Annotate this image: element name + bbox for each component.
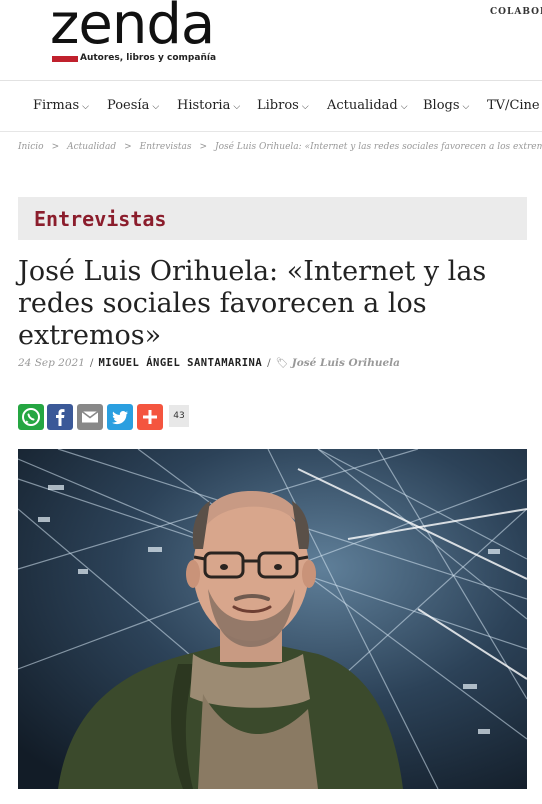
nav-item-historia[interactable]: Historia ⌵ xyxy=(177,98,240,113)
nav-item-actualidad[interactable]: Actualidad ⌵ xyxy=(327,98,408,113)
meta-separator: / xyxy=(267,357,271,369)
email-icon xyxy=(81,410,99,423)
breadcrumb-separator: > xyxy=(51,142,60,152)
colabora-link[interactable]: COLABORA xyxy=(490,7,542,17)
share-whatsapp-button[interactable] xyxy=(18,404,44,430)
chevron-down-icon: ⌵ xyxy=(152,102,160,112)
section-label[interactable]: Entrevistas xyxy=(34,207,166,231)
portrait-image xyxy=(18,449,527,789)
twitter-icon xyxy=(112,411,128,425)
section-banner: Entrevistas xyxy=(18,197,527,240)
nav-item-label: Firmas xyxy=(33,98,80,113)
share-twitter-button[interactable] xyxy=(107,404,133,430)
share-email-button[interactable] xyxy=(77,404,103,430)
nav-item-label: Poesía xyxy=(107,98,150,113)
plus-icon xyxy=(143,410,157,424)
chevron-down-icon: ⌵ xyxy=(233,102,241,112)
nav-item-label: Historia xyxy=(177,98,231,113)
breadcrumb-home[interactable]: Inicio xyxy=(18,142,44,152)
share-facebook-button[interactable] xyxy=(47,404,73,430)
article-title: José Luis Orihuela: «Internet y las rede… xyxy=(18,256,487,351)
breadcrumb-separator: > xyxy=(124,142,132,152)
breadcrumb-subsection[interactable]: Entrevistas xyxy=(140,142,192,152)
site-header: zenda Autores, libros y compañía COLABOR… xyxy=(0,0,542,81)
logo-wordmark: zenda xyxy=(50,0,215,57)
nav-item-blogs[interactable]: Blogs ⌵ xyxy=(423,98,469,113)
article-tag[interactable]: José Luis Orihuela xyxy=(292,357,400,369)
share-more-button[interactable] xyxy=(137,404,163,430)
nav-item-label: Libros xyxy=(257,98,299,113)
whatsapp-icon xyxy=(22,408,40,426)
main-nav: Firmas ⌵ Poesía ⌵ Historia ⌵ Libros ⌵ Actual… xyxy=(0,81,542,132)
article-date: 24 Sep 2021 xyxy=(18,357,85,369)
nav-item-tvcine[interactable]: TV/Cine⌵ xyxy=(487,98,542,113)
nav-item-label: Blogs xyxy=(423,98,460,113)
meta-separator: / xyxy=(89,357,94,369)
nav-item-label: Actualidad xyxy=(327,98,398,113)
logo-tagline: Autores, libros y compañía xyxy=(80,53,217,63)
article-meta: 24 Sep 2021 / MIGUEL ÁNGEL SANTAMARINA / 🏷 J… xyxy=(18,357,400,369)
chevron-down-icon: ⌵ xyxy=(400,102,408,112)
nav-item-poesia[interactable]: Poesía ⌵ xyxy=(107,98,159,113)
chevron-down-icon: ⌵ xyxy=(82,102,89,112)
nav-item-firmas[interactable]: Firmas ⌵ xyxy=(33,98,89,113)
article-author[interactable]: MIGUEL ÁNGEL SANTAMARINA xyxy=(98,357,262,369)
logo-flag xyxy=(52,56,78,62)
article-photo xyxy=(18,449,527,789)
nav-item-libros[interactable]: Libros ⌵ xyxy=(257,98,309,113)
breadcrumb-separator: > xyxy=(199,142,207,152)
chevron-down-icon: ⌵ xyxy=(301,102,309,112)
breadcrumb: Inicio > Actualidad > Entrevistas > José Luis … xyxy=(18,142,542,152)
breadcrumb-section[interactable]: Actualidad xyxy=(67,142,116,152)
tag-icon: 🏷 xyxy=(275,358,289,369)
breadcrumb-current: José Luis Orihuela: «Internet y las rede… xyxy=(214,142,542,152)
nav-item-label: TV/Cine xyxy=(487,98,540,113)
facebook-icon xyxy=(56,409,65,426)
site-logo[interactable]: zenda Autores, libros y compañía xyxy=(50,0,232,68)
chevron-down-icon: ⌵ xyxy=(462,102,470,112)
share-count: 43 xyxy=(169,405,189,427)
